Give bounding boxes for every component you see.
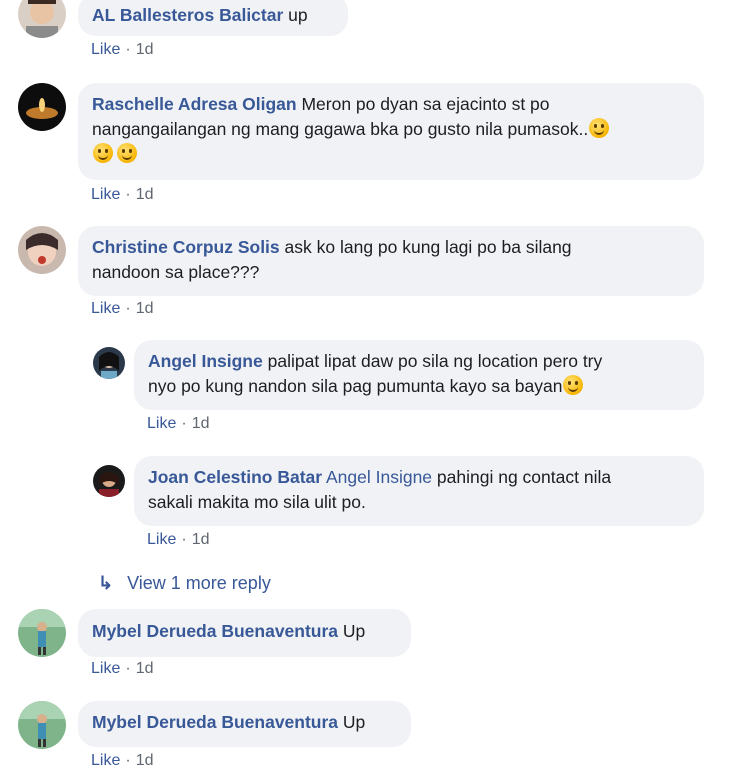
like-button[interactable]: Like [91,752,120,769]
like-button[interactable]: Like [91,300,120,317]
separator: · [125,186,131,203]
comment-bubble: Raschelle Adresa Oligan Meron po dyan sa… [78,83,704,180]
smile-emoji-icon [563,375,584,395]
comment-age[interactable]: 1d [192,531,210,548]
avatar[interactable] [18,701,66,749]
comment-text: nandoon sa place??? [92,262,260,282]
smile-emoji-icon [589,118,610,138]
comment-bubble: Christine Corpuz Solis ask ko lang po ku… [78,226,704,296]
smile-emoji-icon [93,143,113,163]
comment-age[interactable]: 1d [136,41,154,58]
avatar[interactable] [18,83,66,131]
view-more-replies-link[interactable]: ↳ View 1 more reply [98,573,271,594]
smile-emoji-icon [117,143,137,163]
comment-author[interactable]: Mybel Derueda Buenaventura [92,621,338,641]
comment-age[interactable]: 1d [136,752,154,769]
like-button[interactable]: Like [91,660,120,677]
comment-text: nangangailangan ng mang gagawa bka po gu… [92,119,589,139]
comment-author[interactable]: Joan Celestino Batar [148,467,322,487]
comment-age[interactable]: 1d [192,415,210,432]
comment-actions: Like · 1d [91,41,153,59]
avatar[interactable] [18,0,66,38]
like-button[interactable]: Like [147,531,176,548]
comment-text: Meron po dyan sa ejacinto st po [301,94,550,114]
comment-text: Up [342,712,366,732]
comment-bubble: Joan Celestino Batar Angel Insigne pahin… [134,456,704,526]
comment-text: palipat lipat daw po sila ng location pe… [267,351,603,371]
separator: · [125,752,131,769]
view-more-replies-label: View 1 more reply [127,573,271,593]
avatar[interactable] [93,465,125,497]
avatar[interactable] [18,226,66,274]
comment-text: ask ko lang po kung lagi po ba silang [284,237,572,257]
like-button[interactable]: Like [91,41,120,58]
comment-author[interactable]: AL Ballesteros Balictar [92,5,283,25]
comment-bubble: Mybel Derueda Buenaventura Up [78,609,411,657]
separator: · [125,300,131,317]
separator: · [181,415,187,432]
comment-text: nyo po kung nandon sila pag pumunta kayo… [148,376,563,396]
comment-bubble: Angel Insigne palipat lipat daw po sila … [134,340,704,410]
comment-age[interactable]: 1d [136,300,154,317]
avatar[interactable] [18,609,66,657]
separator: · [125,660,131,677]
comment-author[interactable]: Angel Insigne [148,351,263,371]
comment-author[interactable]: Mybel Derueda Buenaventura [92,712,338,732]
comment-actions: Like · 1d [91,300,153,318]
comment-bubble: AL Ballesteros Balictar up [78,0,348,36]
comment-author[interactable]: Raschelle Adresa Oligan [92,94,297,114]
comment-text: sakali makita mo sila ulit po. [148,492,366,512]
comment-bubble: Mybel Derueda Buenaventura Up [78,701,411,747]
comment-actions: Like · 1d [147,531,209,549]
like-button[interactable]: Like [147,415,176,432]
comment-actions: Like · 1d [91,752,153,770]
separator: · [181,531,187,548]
comment-age[interactable]: 1d [136,660,154,677]
comment-actions: Like · 1d [147,415,209,433]
like-button[interactable]: Like [91,186,120,203]
separator: · [125,41,131,58]
avatar[interactable] [93,347,125,379]
comment-text: pahingi ng contact nila [436,467,612,487]
comment-age[interactable]: 1d [136,186,154,203]
comment-author[interactable]: Christine Corpuz Solis [92,237,280,257]
comment-actions: Like · 1d [91,186,153,204]
comment-actions: Like · 1d [91,660,153,678]
comment-text: Up [342,621,366,641]
comment-text: up [288,5,308,25]
mention-link[interactable]: Angel Insigne [326,467,432,487]
reply-arrow-icon: ↳ [98,573,114,593]
